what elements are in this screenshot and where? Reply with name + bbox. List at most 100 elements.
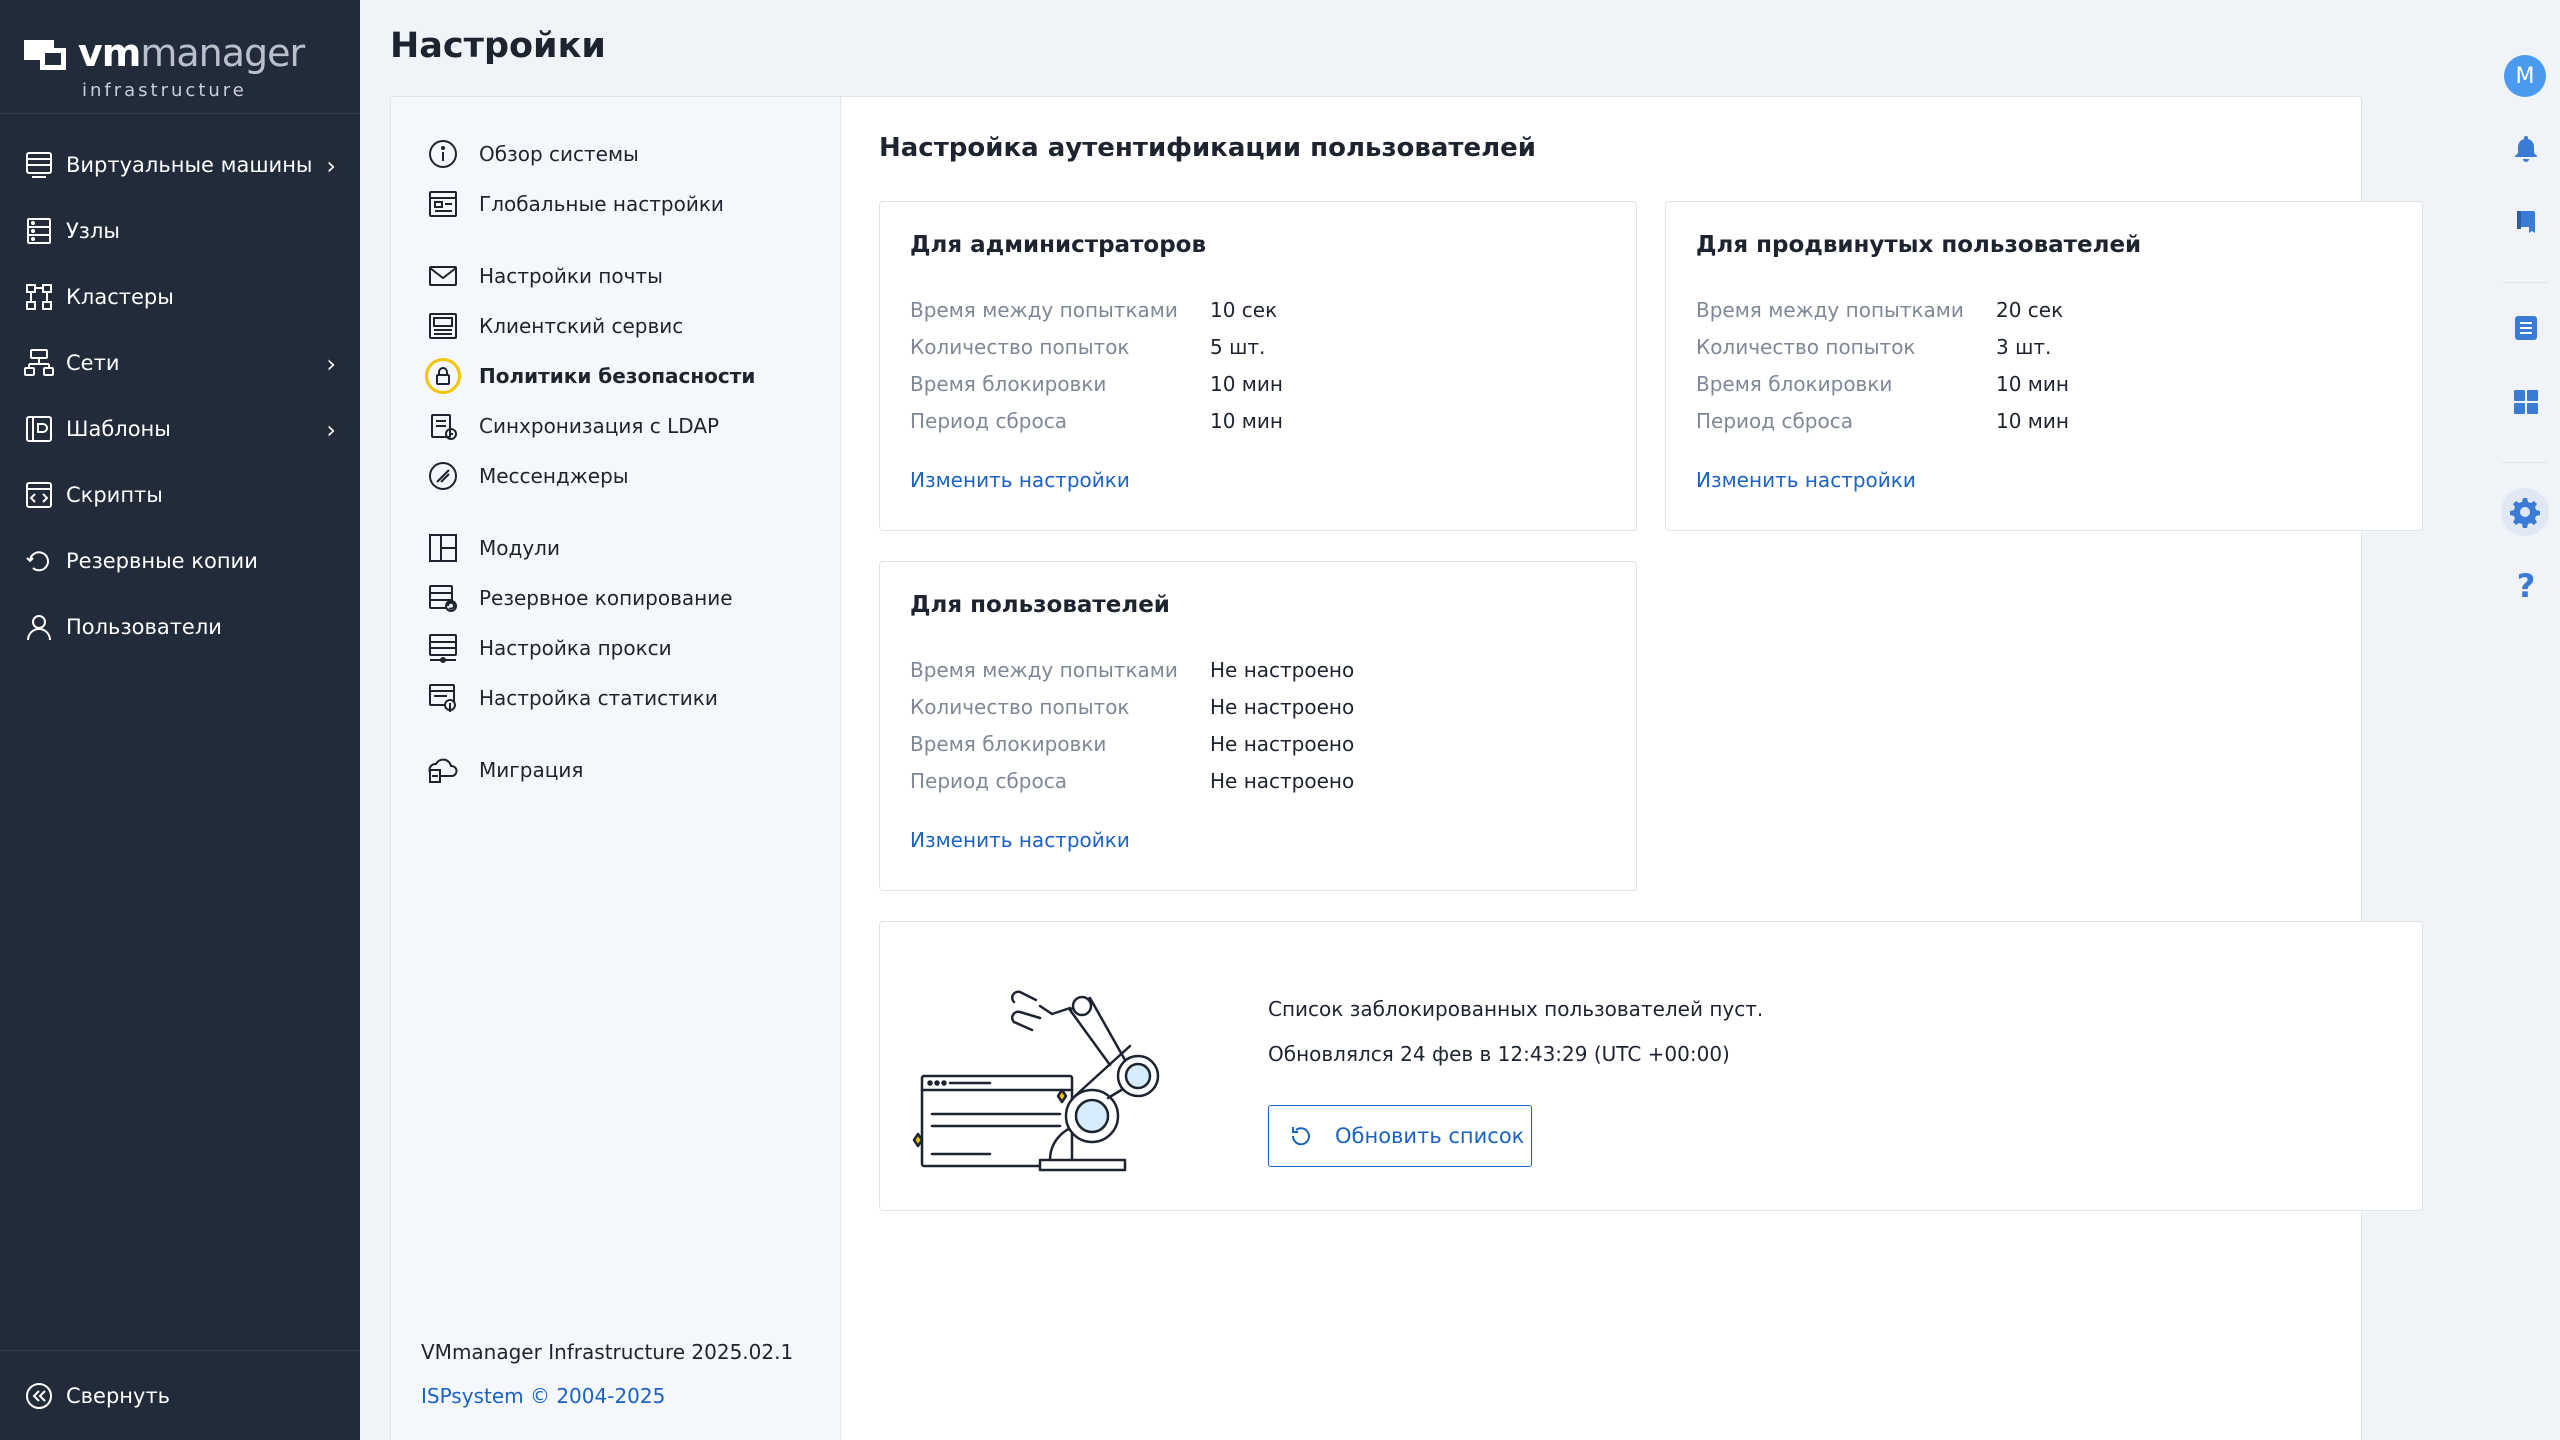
submenu-item-label: Модули	[479, 536, 560, 560]
global-settings-icon	[425, 186, 461, 222]
change-settings-link[interactable]: Изменить настройки	[1696, 468, 1916, 492]
sidebar-item-label: Виртуальные машины	[66, 153, 313, 177]
statistics-icon	[425, 680, 461, 716]
robot-illustration	[910, 978, 1230, 1182]
setting-row-reset-period: Период сброса 10 мин	[1696, 409, 2069, 433]
sidebar-item-scripts[interactable]: Скрипты	[0, 462, 360, 528]
submenu-item-global-settings[interactable]: Глобальные настройки	[391, 179, 840, 229]
main-nav: Виртуальные машины › Узлы Кластеры Сети …	[0, 114, 360, 660]
migration-icon	[425, 752, 461, 788]
copyright-link[interactable]: ISPsystem © 2004-2025	[421, 1384, 665, 1408]
setting-row-attempts: Количество попыток 3 шт.	[1696, 335, 2052, 359]
sidebar-item-clusters[interactable]: Кластеры	[0, 264, 360, 330]
setting-row-reset-period: Период сброса Не настроено	[910, 769, 1355, 793]
card-title: Для продвинутых пользователей	[1696, 232, 2142, 258]
submenu-item-label: Обзор системы	[479, 142, 639, 166]
sidebar-item-templates[interactable]: Шаблоны ›	[0, 396, 360, 462]
logo-subtitle: infrastructure	[82, 80, 247, 101]
logo-vm: vm	[78, 31, 141, 75]
setting-row-attempts: Количество попыток 5 шт.	[910, 335, 1266, 359]
submenu-item-label: Настройка статистики	[479, 686, 718, 710]
setting-row-interval: Время между попытками 20 сек	[1696, 298, 2064, 322]
utility-rail: M ?	[2490, 0, 2560, 1440]
submenu-item-security-policies[interactable]: Политики безопасности	[391, 351, 840, 401]
submenu-item-label: Резервное копирование	[479, 586, 733, 610]
version-text: VMmanager Infrastructure 2025.02.1	[421, 1340, 794, 1364]
help-icon: ?	[2516, 567, 2536, 605]
submenu-item-client-service[interactable]: Клиентский сервис	[391, 301, 840, 351]
settings-submenu: Обзор системы Глобальные настройки Настр…	[391, 97, 841, 1440]
last-updated-text: Обновлялся 24 фев в 12:43:29 (UTC +00:00…	[1268, 1042, 1730, 1066]
sidebar-item-label: Шаблоны	[66, 417, 171, 441]
cluster-icon	[22, 280, 56, 314]
sidebar-item-label: Кластеры	[66, 285, 174, 309]
submenu-item-backup[interactable]: Резервное копирование	[391, 573, 840, 623]
book-icon	[2511, 207, 2541, 241]
setting-row-block-time: Время блокировки 10 мин	[910, 372, 1283, 396]
refresh-list-label: Обновить список	[1335, 1124, 1525, 1148]
backup-icon	[22, 544, 56, 578]
vm-icon	[22, 148, 56, 182]
setting-row-interval: Время между попытками Не настроено	[910, 658, 1355, 682]
settings-button[interactable]	[2501, 488, 2549, 536]
info-icon	[425, 136, 461, 172]
sidebar-item-backups[interactable]: Резервные копии	[0, 528, 360, 594]
sidebar-item-label: Пользователи	[66, 615, 222, 639]
template-icon	[22, 412, 56, 446]
submenu-item-label: Мессенджеры	[479, 464, 629, 488]
submenu-item-label: Миграция	[479, 758, 584, 782]
client-service-icon	[425, 308, 461, 344]
sidebar-item-virtual-machines[interactable]: Виртуальные машины ›	[0, 132, 360, 198]
submenu-item-statistics[interactable]: Настройка статистики	[391, 673, 840, 723]
users-auth-card: Для пользователей Время между попытками Н…	[879, 561, 1637, 891]
chevron-right-icon: ›	[326, 152, 336, 180]
page-title: Настройки	[390, 26, 606, 66]
bell-icon	[2511, 133, 2541, 167]
nodes-icon	[22, 214, 56, 248]
submenu-item-ldap-sync[interactable]: Синхронизация с LDAP	[391, 401, 840, 451]
sidebar-item-users[interactable]: Пользователи	[0, 594, 360, 660]
sidebar-item-networks[interactable]: Сети ›	[0, 330, 360, 396]
user-avatar-button[interactable]: M	[2504, 55, 2546, 97]
submenu-item-proxy[interactable]: Настройка прокси	[391, 623, 840, 673]
logo[interactable]: vmmanager infrastructure	[0, 0, 360, 114]
submenu-item-label: Политики безопасности	[479, 364, 756, 388]
dashboard-button[interactable]	[2508, 386, 2544, 422]
sidebar-item-nodes[interactable]: Узлы	[0, 198, 360, 264]
network-icon	[22, 346, 56, 380]
list-icon	[2511, 313, 2541, 347]
collapse-label: Свернуть	[66, 1383, 171, 1408]
submenu-item-mail[interactable]: Настройки почты	[391, 251, 840, 301]
submenu-item-label: Настройки почты	[479, 264, 663, 288]
main-sidebar: vmmanager infrastructure Виртуальные маш…	[0, 0, 360, 1440]
submenu-item-messengers[interactable]: Мессенджеры	[391, 451, 840, 501]
gear-icon	[2501, 488, 2549, 536]
refresh-icon	[1287, 1122, 1315, 1150]
setting-row-attempts: Количество попыток Не настроено	[910, 695, 1355, 719]
submenu-item-label: Настройка прокси	[479, 636, 672, 660]
help-button[interactable]: ?	[2508, 567, 2544, 605]
chevron-right-icon: ›	[326, 416, 336, 444]
notifications-button[interactable]	[2508, 132, 2544, 168]
submenu-item-overview[interactable]: Обзор системы	[391, 129, 840, 179]
sidebar-item-label: Сети	[66, 351, 120, 375]
setting-row-interval: Время между попытками 10 сек	[910, 298, 1278, 322]
documentation-button[interactable]	[2508, 206, 2544, 242]
submenu-item-migration[interactable]: Миграция	[391, 745, 840, 795]
setting-row-block-time: Время блокировки Не настроено	[910, 732, 1355, 756]
settings-panel: Обзор системы Глобальные настройки Настр…	[390, 96, 2423, 1440]
card-title: Для пользователей	[910, 592, 1170, 618]
refresh-list-button[interactable]: Обновить список	[1268, 1105, 1532, 1167]
setting-row-block-time: Время блокировки 10 мин	[1696, 372, 2069, 396]
change-settings-link[interactable]: Изменить настройки	[910, 468, 1130, 492]
ldap-sync-icon	[425, 408, 461, 444]
modules-icon	[425, 530, 461, 566]
submenu-item-modules[interactable]: Модули	[391, 523, 840, 573]
change-settings-link[interactable]: Изменить настройки	[910, 828, 1130, 852]
sidebar-item-label: Узлы	[66, 219, 120, 243]
collapse-sidebar-button[interactable]: Свернуть	[0, 1350, 360, 1440]
lock-icon	[425, 358, 461, 394]
tasks-button[interactable]	[2508, 312, 2544, 348]
user-icon	[22, 610, 56, 644]
proxy-icon	[425, 630, 461, 666]
